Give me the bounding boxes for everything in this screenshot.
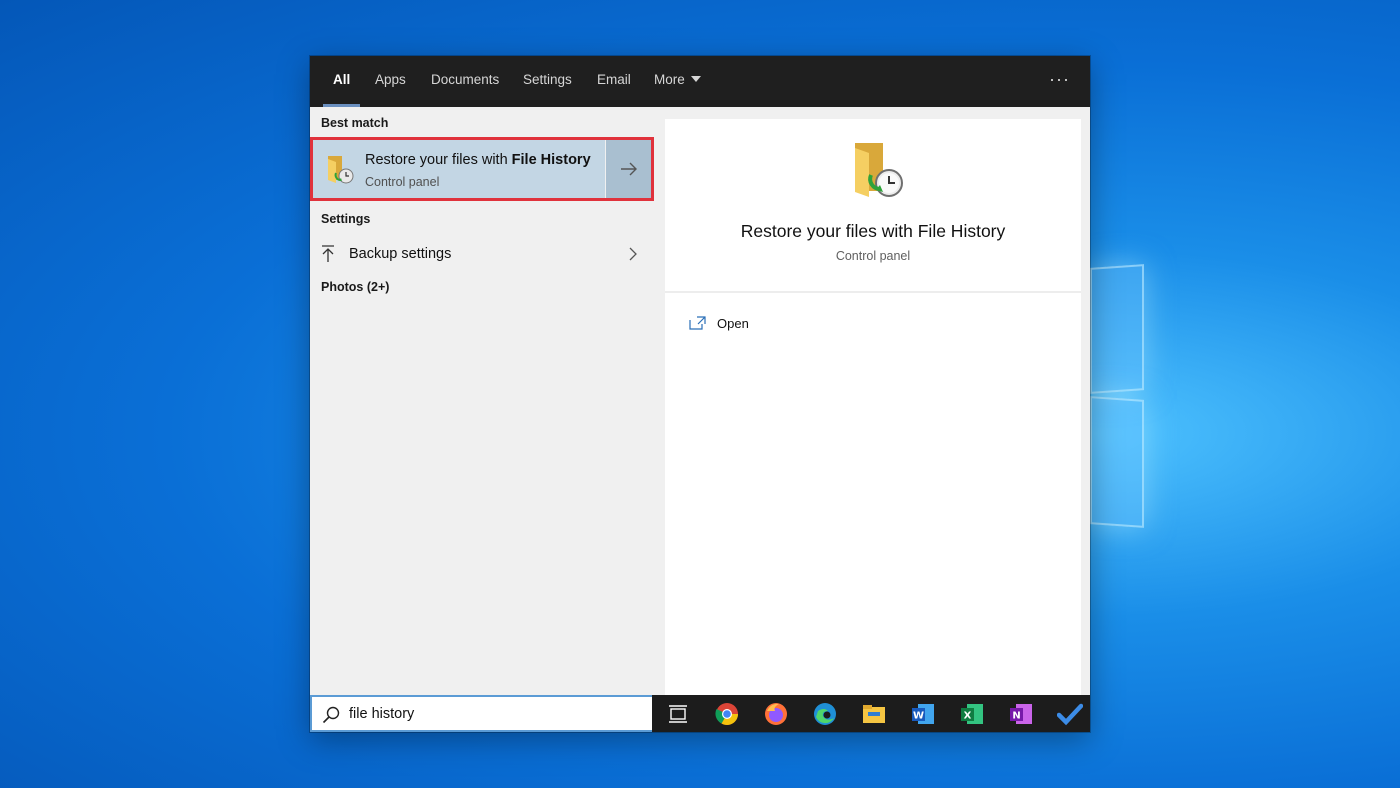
backup-upload-icon xyxy=(322,245,334,262)
search-input[interactable]: file history xyxy=(310,695,652,732)
ellipsis-icon[interactable]: ··· xyxy=(1049,56,1070,107)
preview-pane: Restore your files with File History Con… xyxy=(665,119,1081,695)
word-icon[interactable]: W xyxy=(910,701,936,727)
chrome-icon[interactable] xyxy=(714,701,740,727)
arrow-right-icon xyxy=(621,162,637,176)
preview-title: Restore your files with File History xyxy=(740,221,1006,241)
file-history-icon xyxy=(328,156,354,184)
svg-text:X: X xyxy=(964,711,972,722)
results-list: Best match Restore your files with File … xyxy=(310,107,654,695)
todo-icon[interactable] xyxy=(1057,701,1083,727)
open-action-label: Open xyxy=(717,316,749,331)
tab-more[interactable]: More xyxy=(654,56,701,107)
taskbar: W X N xyxy=(652,695,1090,732)
best-match-heading: Best match xyxy=(321,116,389,130)
edge-icon[interactable] xyxy=(812,701,838,727)
onenote-icon[interactable]: N xyxy=(1008,701,1034,727)
search-window: All Apps Documents Settings Email More ·… xyxy=(310,56,1090,732)
search-icon xyxy=(322,706,340,724)
settings-heading: Settings xyxy=(321,212,371,226)
best-match-title: Restore your files with File History xyxy=(365,152,591,168)
tab-email[interactable]: Email xyxy=(597,56,631,107)
open-preview-button[interactable] xyxy=(605,139,653,199)
preview-header: Restore your files with File History Con… xyxy=(665,119,1081,293)
open-external-icon xyxy=(689,316,706,330)
tab-apps[interactable]: Apps xyxy=(375,56,406,107)
tab-more-label: More xyxy=(654,72,685,87)
chevron-right-icon xyxy=(629,247,637,261)
search-tabs-bar: All Apps Documents Settings Email More ·… xyxy=(310,56,1090,107)
file-history-large-icon xyxy=(855,143,903,197)
firefox-icon[interactable] xyxy=(763,701,789,727)
tab-documents[interactable]: Documents xyxy=(431,56,499,107)
backup-settings-item[interactable]: Backup settings xyxy=(310,236,653,272)
svg-text:N: N xyxy=(1012,711,1020,722)
tab-all[interactable]: All xyxy=(322,56,361,107)
photos-heading[interactable]: Photos (2+) xyxy=(321,280,389,294)
search-query-text: file history xyxy=(349,706,415,722)
tab-settings[interactable]: Settings xyxy=(523,56,572,107)
file-explorer-icon[interactable] xyxy=(861,701,887,727)
svg-text:W: W xyxy=(913,711,924,722)
preview-subtitle: Control panel xyxy=(835,249,911,263)
best-match-result[interactable]: Restore your files with File History Con… xyxy=(312,139,653,199)
task-view-icon[interactable] xyxy=(665,701,691,727)
caret-down-icon xyxy=(690,76,701,82)
best-match-subtitle: Control panel xyxy=(365,175,440,189)
excel-icon[interactable]: X xyxy=(959,701,985,727)
backup-settings-label: Backup settings xyxy=(349,246,452,262)
